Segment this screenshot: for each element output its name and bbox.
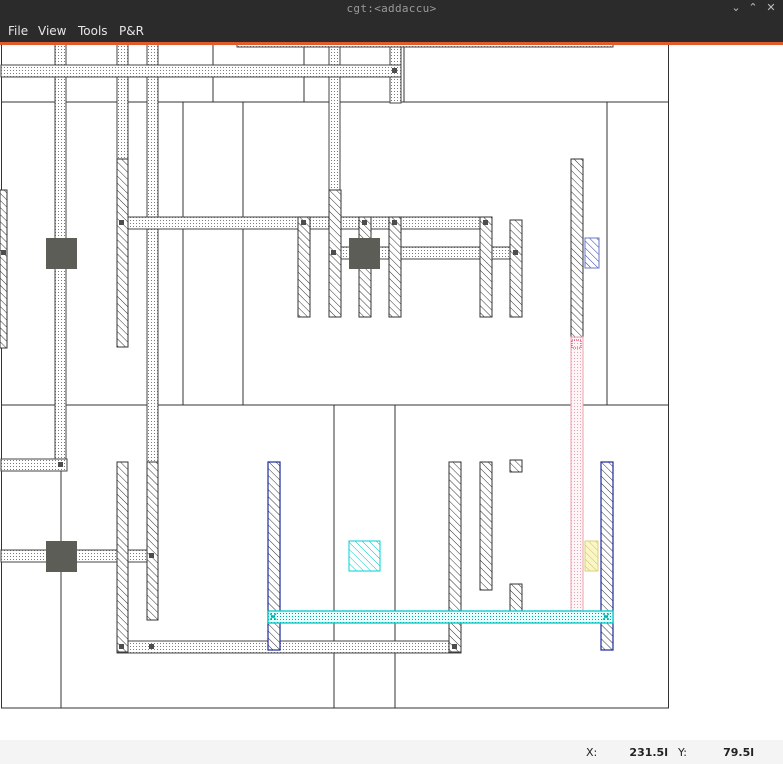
y-coord-value: 79.5l	[723, 746, 754, 759]
x-coord-label: X:	[586, 746, 598, 759]
window-title: cgt:<addaccu>	[346, 2, 437, 15]
cyan-route: ✕ ✕	[267, 610, 614, 624]
cyan-hatch-pad	[348, 540, 381, 572]
metal1-horizontal	[0, 64, 522, 654]
menu-bar: File View Tools P&R	[0, 19, 783, 45]
menu-view[interactable]: View	[38, 24, 66, 38]
maximize-icon[interactable]: ⌃	[746, 1, 760, 14]
menu-tools[interactable]: Tools	[78, 24, 108, 38]
menu-pnr[interactable]: P&R	[119, 24, 144, 38]
minimize-icon[interactable]: ⌄	[729, 1, 743, 14]
x-coord-value: 231.5l	[629, 746, 668, 759]
menu-file[interactable]: File	[8, 24, 28, 38]
title-bar: cgt:<addaccu> ⌄ ⌃ ✕	[0, 0, 783, 19]
svg-text:✕: ✕	[268, 610, 278, 624]
layout-canvas[interactable]: ✕ ✕	[0, 45, 783, 740]
layout-drawing: ✕ ✕	[0, 45, 669, 709]
yellow-pad	[584, 540, 599, 572]
close-icon[interactable]: ✕	[764, 1, 778, 14]
blue-hatch-pad	[584, 237, 600, 269]
y-coord-label: Y:	[678, 746, 687, 759]
svg-text:✕: ✕	[601, 610, 611, 624]
pink-route	[570, 336, 584, 623]
status-bar: X: 231.5l Y: 79.5l	[0, 740, 783, 764]
